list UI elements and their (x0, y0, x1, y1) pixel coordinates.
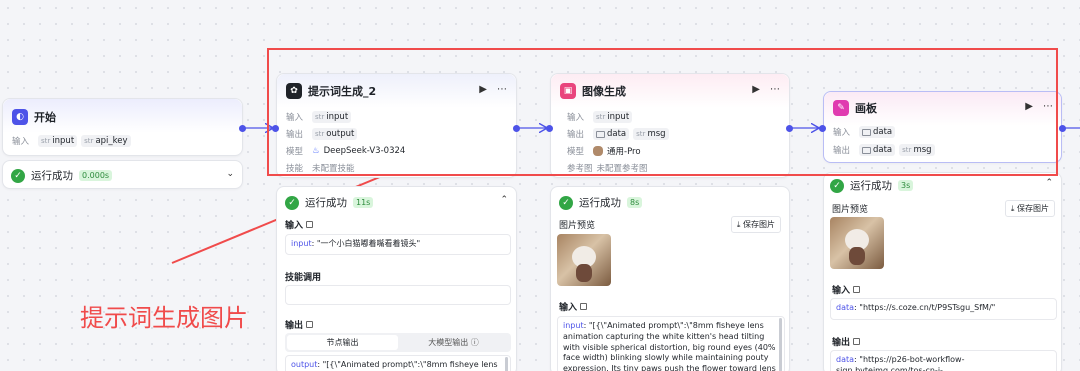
canvas-image-thumbnail[interactable] (830, 217, 884, 269)
tab-node-output[interactable]: 节点输出 (287, 335, 398, 350)
start-node[interactable]: ◐ 开始 输入 str input str api_key (2, 98, 243, 156)
tab-llm-output[interactable]: 大模型输出 ⓘ (398, 335, 509, 350)
success-check-icon: ✓ (830, 178, 844, 193)
output-tab-switch: 节点输出 大模型输出 ⓘ (285, 333, 511, 352)
skill-call-title: 技能调用 (285, 273, 322, 283)
chevron-up-icon[interactable]: ⌃ (1045, 178, 1053, 188)
prompt-status-text: 运行成功 (305, 197, 347, 209)
save-image-button[interactable]: ⤓ 保存图片 (730, 216, 781, 233)
canvas-output-port[interactable] (1059, 125, 1066, 132)
success-check-icon: ✓ (559, 195, 573, 210)
scrollbar[interactable] (505, 357, 508, 371)
generated-image-thumbnail[interactable] (557, 234, 611, 286)
copy-icon[interactable] (853, 286, 861, 293)
canvas-duration-badge: 3s (898, 180, 914, 191)
chevron-up-icon[interactable]: ⌃ (500, 195, 508, 205)
scrollbar[interactable] (779, 318, 782, 371)
start-status-text: 运行成功 (31, 170, 73, 182)
prompt-result-output-title: 输出 (285, 321, 304, 331)
image-result-input-box: input: "[{\"Animated prompt\":\"8mm fish… (557, 316, 785, 371)
prompt-result-input-title: 输入 (285, 221, 304, 231)
prompt-output-box: output: "[{\"Animated prompt\":\"8mm fis… (285, 355, 511, 371)
canvas-result-input-title: 输入 (832, 286, 851, 296)
skill-call-box (285, 285, 511, 305)
start-input-label: 输入 (12, 137, 30, 147)
copy-icon[interactable] (306, 221, 314, 228)
save-image-button[interactable]: ⤓ 保存图片 (1004, 200, 1055, 217)
copy-icon[interactable] (853, 338, 861, 345)
start-api-key-param: str api_key (81, 135, 131, 147)
prompt-result-panel[interactable]: ✓ 运行成功 11s ⌃ 输入 input: "一个小白猫嘟着嘴看着镜头" 技能… (276, 186, 517, 371)
success-check-icon: ✓ (11, 168, 25, 183)
canvas-result-output-box: data: "https://p26-bot-workflow-sign.byt… (830, 350, 1057, 371)
image-result-input-title: 输入 (559, 303, 578, 313)
canvas-result-panel[interactable]: ✓ 运行成功 3s ⌃ 图片预览 ⤓ 保存图片 输入 data: "https:… (823, 172, 1062, 371)
start-icon: ◐ (12, 109, 28, 125)
image-status-text: 运行成功 (579, 197, 621, 209)
prompt-result-input-box: input: "一个小白猫嘟着嘴看着镜头" (285, 234, 511, 255)
start-output-port[interactable] (239, 125, 246, 132)
canvas-status-text: 运行成功 (850, 180, 892, 192)
chevron-down-icon[interactable]: ⌄ (226, 169, 234, 179)
annotation-highlight-box (267, 48, 1058, 176)
canvas-preview-title: 图片预览 (832, 205, 869, 215)
image-preview-title: 图片预览 (559, 221, 596, 231)
image-result-panel[interactable]: ✓ 运行成功 8s 图片预览 ⤓ 保存图片 输入 input: "[{\"Ani… (550, 186, 790, 371)
start-input-param: str input (38, 135, 78, 147)
canvas-result-input-box: data: "https://s.coze.cn/t/P9STsgu_SfM/" (830, 298, 1057, 320)
image-duration-badge: 8s (627, 197, 643, 208)
success-check-icon: ✓ (285, 195, 299, 210)
start-duration-badge: 0.000s (79, 170, 113, 181)
copy-icon[interactable] (580, 303, 588, 310)
annotation-label: 提示词生成图片 (80, 304, 248, 332)
copy-icon[interactable] (306, 321, 314, 328)
start-status-panel[interactable]: ✓ 运行成功 0.000s ⌄ (2, 160, 243, 189)
canvas-result-output-title: 输出 (832, 338, 851, 348)
prompt-duration-badge: 11s (353, 197, 374, 208)
start-node-title: 开始 (34, 111, 56, 124)
